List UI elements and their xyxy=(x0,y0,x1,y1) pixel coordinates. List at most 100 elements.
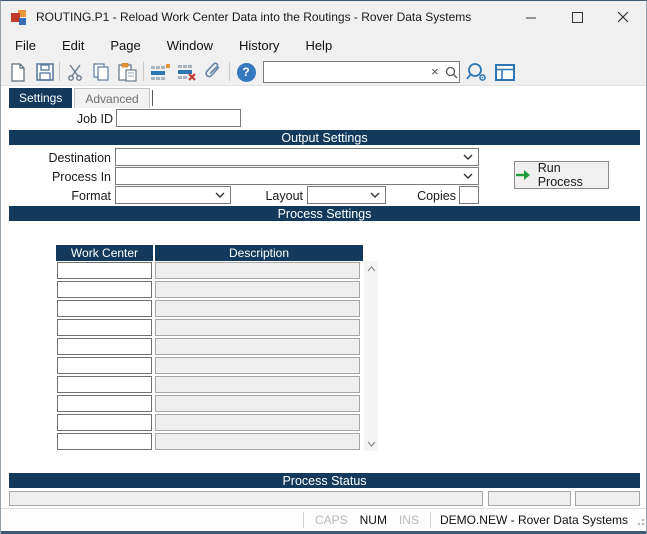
chevron-down-icon xyxy=(463,173,473,179)
output-settings-header: Output Settings xyxy=(9,130,640,145)
layout-select[interactable] xyxy=(307,186,386,204)
table-row xyxy=(56,394,363,413)
maximize-button[interactable] xyxy=(554,1,600,33)
window-title: ROUTING.P1 - Reload Work Center Data int… xyxy=(36,10,471,24)
minimize-button[interactable] xyxy=(508,1,554,33)
menu-window[interactable]: Window xyxy=(154,35,226,56)
work-center-input[interactable] xyxy=(57,433,152,450)
run-process-label: Run Process xyxy=(538,161,608,189)
table-row xyxy=(56,280,363,299)
statusbar-separator xyxy=(303,512,304,528)
chevron-down-icon xyxy=(463,154,473,160)
save-icon[interactable] xyxy=(33,60,57,84)
description-cell xyxy=(155,395,360,412)
table-row xyxy=(56,299,363,318)
table-row xyxy=(56,375,363,394)
status-bar: CAPS NUM INS DEMO.NEW - Rover Data Syste… xyxy=(1,508,646,531)
toolbar-separator xyxy=(229,62,230,81)
process-status-field-2 xyxy=(488,491,571,506)
description-cell xyxy=(155,300,360,317)
format-label: Format xyxy=(1,189,111,203)
tab-strip: Settings Advanced xyxy=(9,88,153,108)
delete-row-icon[interactable] xyxy=(175,60,199,84)
description-cell xyxy=(155,433,360,450)
layout-label: Layout xyxy=(223,189,303,203)
process-settings-header: Process Settings xyxy=(9,206,640,221)
work-center-input[interactable] xyxy=(57,319,152,336)
copy-icon[interactable] xyxy=(89,60,113,84)
table-scrollbar[interactable] xyxy=(364,261,378,451)
table-row xyxy=(56,318,363,337)
work-center-input[interactable] xyxy=(57,262,152,279)
table-row xyxy=(56,356,363,375)
new-document-icon[interactable] xyxy=(6,60,30,84)
process-status-field-3 xyxy=(575,491,640,506)
menu-help[interactable]: Help xyxy=(292,35,345,56)
environment-label: DEMO.NEW - Rover Data Systems xyxy=(436,513,634,527)
process-in-label: Process In xyxy=(1,170,111,184)
tab-advanced[interactable]: Advanced xyxy=(74,88,149,108)
work-center-input[interactable] xyxy=(57,338,152,355)
format-select[interactable] xyxy=(115,186,231,204)
table-row xyxy=(56,413,363,432)
copies-input[interactable] xyxy=(459,186,479,204)
tab-settings[interactable]: Settings xyxy=(9,88,72,108)
paste-icon[interactable] xyxy=(115,60,139,84)
process-in-select[interactable] xyxy=(115,167,479,185)
work-center-input[interactable] xyxy=(57,300,152,317)
work-center-input[interactable] xyxy=(57,357,152,374)
search-box: × xyxy=(263,61,460,83)
paperclip-icon[interactable] xyxy=(201,60,225,84)
work-center-input[interactable] xyxy=(57,395,152,412)
insert-row-icon[interactable] xyxy=(148,60,172,84)
table-row xyxy=(56,432,363,451)
run-arrow-icon xyxy=(515,169,531,181)
work-center-input[interactable] xyxy=(57,376,152,393)
run-process-button[interactable]: Run Process xyxy=(514,161,609,189)
description-cell xyxy=(155,357,360,374)
work-center-input[interactable] xyxy=(57,414,152,431)
description-cell xyxy=(155,338,360,355)
help-icon[interactable]: ? xyxy=(234,60,258,84)
menu-file[interactable]: File xyxy=(2,35,49,56)
table-row xyxy=(56,337,363,356)
cut-icon[interactable] xyxy=(63,60,87,84)
menu-history[interactable]: History xyxy=(226,35,292,56)
job-id-label: Job ID xyxy=(1,112,113,126)
title-bar: ROUTING.P1 - Reload Work Center Data int… xyxy=(1,1,646,33)
menu-edit[interactable]: Edit xyxy=(49,35,97,56)
column-header-work-center: Work Center xyxy=(56,245,153,261)
close-button[interactable] xyxy=(600,1,646,33)
process-status-field-main xyxy=(9,491,483,506)
scroll-down-icon[interactable] xyxy=(364,436,378,451)
toolbar-separator xyxy=(59,62,60,81)
statusbar-separator xyxy=(430,512,431,528)
table-body xyxy=(56,261,363,451)
menu-bar: File Edit Page Window History Help xyxy=(1,33,646,57)
num-indicator: NUM xyxy=(354,513,393,527)
help-glyph: ? xyxy=(242,65,249,79)
toolbar-separator xyxy=(143,62,144,81)
description-cell xyxy=(155,262,360,279)
description-cell xyxy=(155,281,360,298)
copies-label: Copies xyxy=(376,189,456,203)
tab-strip-edge xyxy=(152,90,153,106)
app-icon xyxy=(11,9,27,25)
scroll-up-icon[interactable] xyxy=(364,261,378,276)
process-status-header: Process Status xyxy=(9,473,640,488)
layout-icon[interactable] xyxy=(493,60,517,84)
resize-grip[interactable] xyxy=(634,515,644,525)
search-icon[interactable] xyxy=(443,66,463,79)
lookup-icon[interactable] xyxy=(465,60,489,84)
column-header-description: Description xyxy=(155,245,363,261)
table-header: Work Center Description xyxy=(56,245,363,261)
search-input[interactable] xyxy=(264,63,427,81)
search-clear-icon[interactable]: × xyxy=(427,62,443,82)
destination-select[interactable] xyxy=(115,148,479,166)
toolbar: ? × xyxy=(1,57,646,86)
menu-page[interactable]: Page xyxy=(97,35,153,56)
work-center-input[interactable] xyxy=(57,281,152,298)
app-window: ROUTING.P1 - Reload Work Center Data int… xyxy=(0,0,647,534)
destination-label: Destination xyxy=(1,151,111,165)
job-id-input[interactable] xyxy=(116,109,241,127)
